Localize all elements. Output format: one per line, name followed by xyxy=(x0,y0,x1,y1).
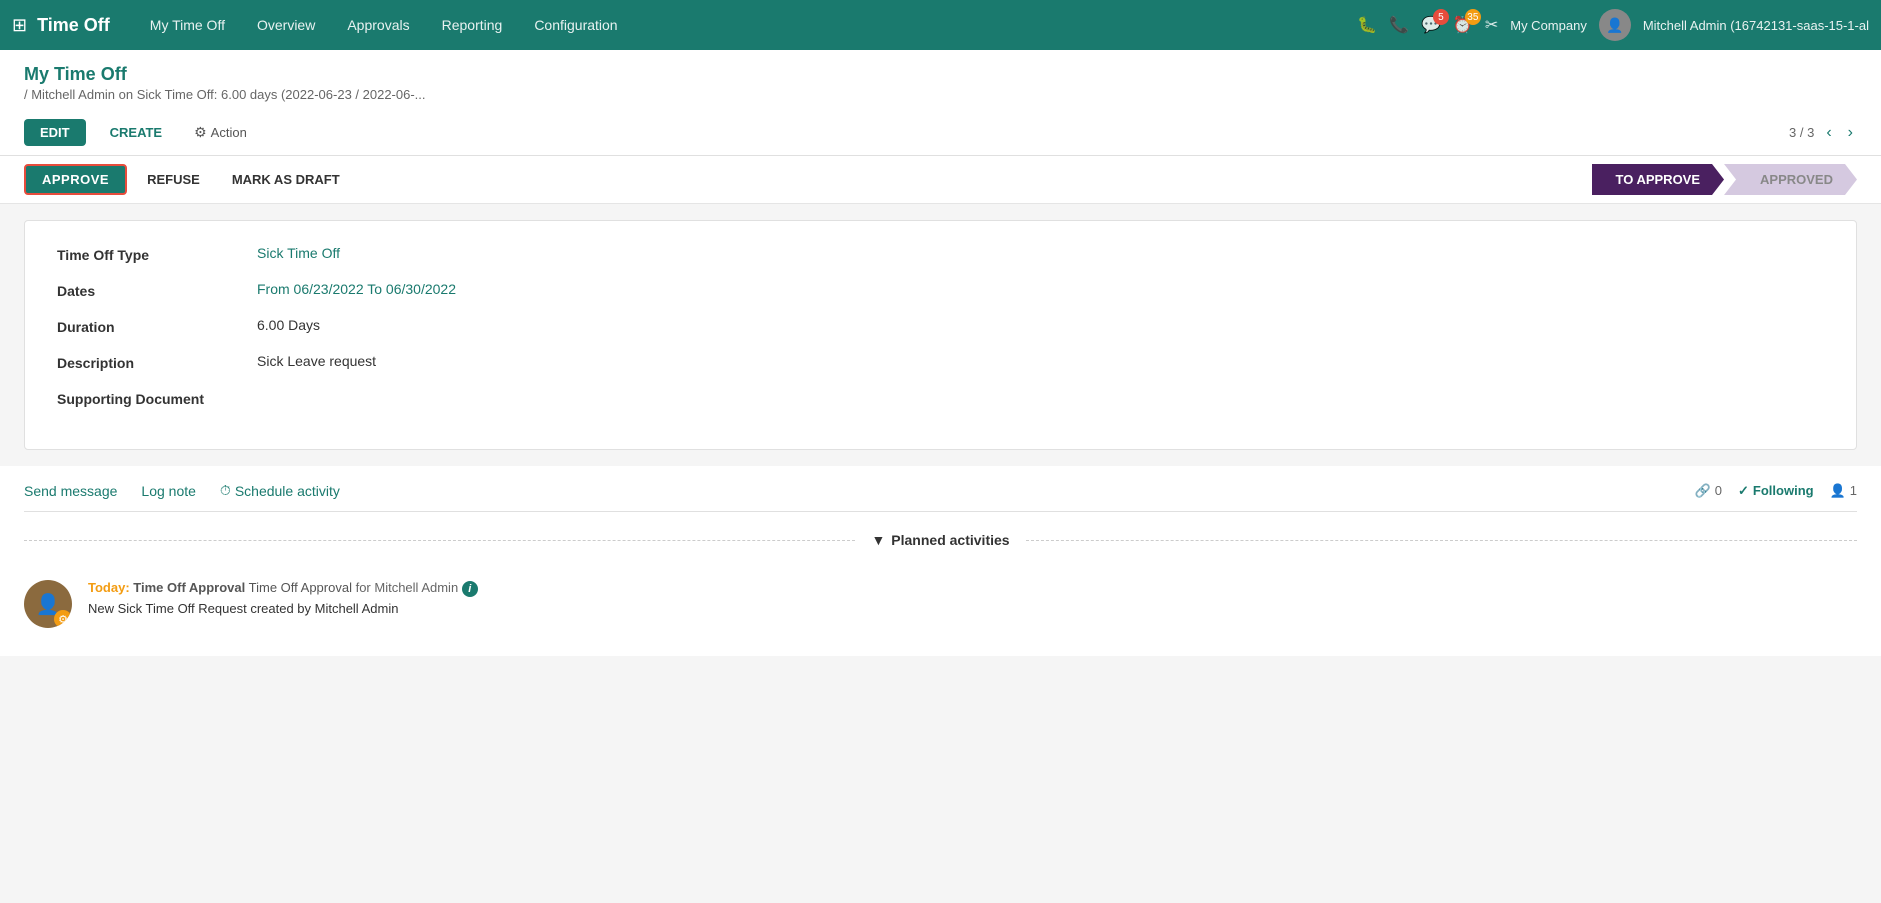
label-dates: Dates xyxy=(57,281,257,299)
activity-avatar-badge: ⚙ xyxy=(54,610,72,628)
activity-date-label: Today: xyxy=(88,580,130,595)
next-page-button[interactable]: › xyxy=(1844,122,1857,144)
value-description: Sick Leave request xyxy=(257,353,376,369)
scissors-icon[interactable]: ✂ xyxy=(1485,15,1498,35)
gear-icon: ⚙ xyxy=(194,124,207,141)
planned-activities-label: ▼ Planned activities xyxy=(855,532,1025,548)
nav-reporting[interactable]: Reporting xyxy=(426,0,519,50)
activity-description: New Sick Time Off Request created by Mit… xyxy=(88,601,1857,616)
chatter: Send message Log note ⏱ Schedule activit… xyxy=(0,466,1881,656)
bug-icon[interactable]: 🐛 xyxy=(1357,15,1377,35)
clock-small-icon: ⏱ xyxy=(220,482,231,499)
form-row-time-off-type: Time Off Type Sick Time Off xyxy=(57,245,1824,263)
label-time-off-type: Time Off Type xyxy=(57,245,257,263)
nav-approvals[interactable]: Approvals xyxy=(331,0,425,50)
activity-title: Time Off Approval xyxy=(133,580,245,595)
form-row-description: Description Sick Leave request xyxy=(57,353,1824,371)
action-button[interactable]: ⚙ Action xyxy=(186,118,255,147)
activity-for: for Mitchell Admin xyxy=(356,580,459,595)
form-row-supporting-document: Supporting Document xyxy=(57,389,1824,407)
schedule-activity-button[interactable]: ⏱ Schedule activity xyxy=(220,482,340,499)
chevron-down-icon: ▼ xyxy=(871,532,885,548)
grid-icon[interactable]: ⊞ xyxy=(12,15,27,36)
avatar[interactable]: 👤 xyxy=(1599,9,1631,41)
page-title: My Time Off xyxy=(24,64,1857,85)
check-icon: ✓ xyxy=(1738,483,1749,499)
label-description: Description xyxy=(57,353,257,371)
link-icon: 🔗 xyxy=(1695,483,1711,499)
links-item[interactable]: 🔗 0 xyxy=(1695,483,1722,499)
status-step-to-approve[interactable]: TO APPROVE xyxy=(1592,164,1725,195)
create-button[interactable]: CREATE xyxy=(102,119,170,146)
activity-item: 👤 ⚙ Today: Time Off Approval Time Off Ap… xyxy=(24,568,1857,640)
approve-button[interactable]: APPROVE xyxy=(24,164,127,195)
activity-content: Today: Time Off Approval Time Off Approv… xyxy=(88,580,1857,628)
mark-as-draft-button[interactable]: MARK AS DRAFT xyxy=(220,166,352,193)
label-supporting-document: Supporting Document xyxy=(57,389,257,407)
followers-item[interactable]: 👤 1 xyxy=(1830,483,1857,499)
page-header: My Time Off / Mitchell Admin on Sick Tim… xyxy=(0,50,1881,110)
form-row-dates: Dates From 06/23/2022 To 06/30/2022 xyxy=(57,281,1824,299)
status-pipeline: TO APPROVE APPROVED xyxy=(1592,164,1858,195)
send-message-button[interactable]: Send message xyxy=(24,483,117,499)
nav-configuration[interactable]: Configuration xyxy=(518,0,633,50)
top-nav-right: 🐛 📞 💬 5 ⏰ 35 ✂ My Company 👤 Mitchell Adm… xyxy=(1357,9,1869,41)
chatter-right: 🔗 0 ✓ Following 👤 1 xyxy=(1695,483,1857,499)
value-time-off-type: Sick Time Off xyxy=(257,245,340,261)
nav-my-time-off[interactable]: My Time Off xyxy=(134,0,241,50)
divider-right xyxy=(1026,540,1857,541)
following-button[interactable]: ✓ Following xyxy=(1738,483,1814,499)
toolbar: EDIT CREATE ⚙ Action 3 / 3 ‹ › xyxy=(0,110,1881,156)
person-icon: 👤 xyxy=(1830,483,1846,499)
clock-badge: 35 xyxy=(1465,9,1481,25)
status-step-approved[interactable]: APPROVED xyxy=(1724,164,1857,195)
top-menu: My Time Off Overview Approvals Reporting… xyxy=(134,0,1357,50)
phone-icon[interactable]: 📞 xyxy=(1389,15,1409,35)
value-duration: 6.00 Days xyxy=(257,317,320,333)
top-navigation: ⊞ Time Off My Time Off Overview Approval… xyxy=(0,0,1881,50)
clock-icon[interactable]: ⏰ 35 xyxy=(1453,15,1473,35)
company-name[interactable]: My Company xyxy=(1510,18,1587,33)
breadcrumb: / Mitchell Admin on Sick Time Off: 6.00 … xyxy=(24,87,1857,102)
status-bar: APPROVE REFUSE MARK AS DRAFT TO APPROVE … xyxy=(0,156,1881,204)
pagination: 3 / 3 ‹ › xyxy=(1789,122,1857,144)
log-note-button[interactable]: Log note xyxy=(141,483,196,499)
nav-overview[interactable]: Overview xyxy=(241,0,331,50)
value-dates: From 06/23/2022 To 06/30/2022 xyxy=(257,281,456,297)
refuse-button[interactable]: REFUSE xyxy=(135,166,212,193)
activity-title-text: Time Off Approval xyxy=(249,580,356,595)
divider-left xyxy=(24,540,855,541)
info-icon[interactable]: i xyxy=(462,581,478,597)
planned-activities-header: ▼ Planned activities xyxy=(24,532,1857,548)
form-row-duration: Duration 6.00 Days xyxy=(57,317,1824,335)
activity-avatar: 👤 ⚙ xyxy=(24,580,72,628)
label-duration: Duration xyxy=(57,317,257,335)
chatter-actions: Send message Log note ⏱ Schedule activit… xyxy=(24,482,1857,512)
edit-button[interactable]: EDIT xyxy=(24,119,86,146)
activity-meta: Today: Time Off Approval Time Off Approv… xyxy=(88,580,1857,597)
chat-icon[interactable]: 💬 5 xyxy=(1421,15,1441,35)
prev-page-button[interactable]: ‹ xyxy=(1822,122,1835,144)
app-title: Time Off xyxy=(37,15,110,36)
form-card: Time Off Type Sick Time Off Dates From 0… xyxy=(24,220,1857,450)
user-name[interactable]: Mitchell Admin (16742131-saas-15-1-al xyxy=(1643,18,1869,33)
chat-badge: 5 xyxy=(1433,9,1449,25)
